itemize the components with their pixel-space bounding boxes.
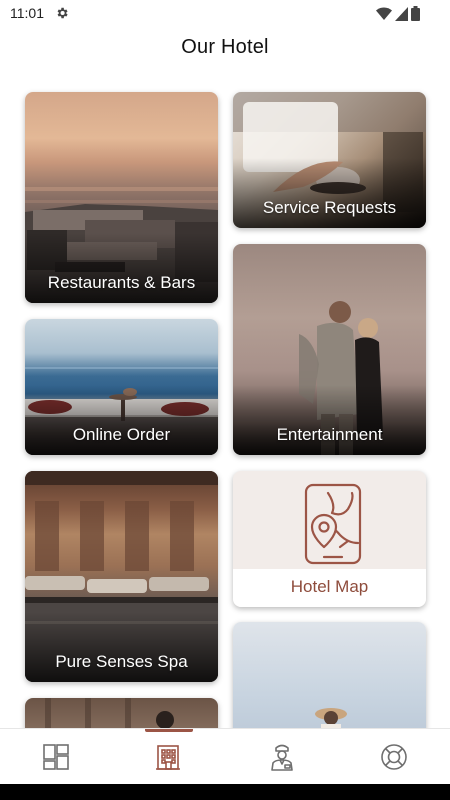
tile-grid: Restaurants & Bars Service Requests Onli…: [0, 0, 450, 728]
nav-tab-help[interactable]: [338, 729, 450, 785]
tile-partial-left[interactable]: [25, 698, 218, 728]
tile-pure-senses-spa[interactable]: Pure Senses Spa: [25, 471, 218, 682]
tile-service-requests[interactable]: Service Requests: [233, 92, 426, 228]
tile-label: Entertainment: [276, 425, 383, 444]
tiles-grid-icon: [43, 744, 69, 770]
tile-restaurants-bars[interactable]: Restaurants & Bars: [25, 92, 218, 303]
nav-tab-overview[interactable]: [0, 729, 112, 785]
tile-partial-right[interactable]: [233, 622, 426, 728]
tile-label: Service Requests: [262, 198, 397, 217]
concierge-icon: [271, 744, 293, 771]
hotel-building-icon: [156, 745, 180, 770]
map-phone-pin-icon: [304, 483, 362, 565]
tile-label: Restaurants & Bars: [47, 273, 196, 292]
tile-label: Online Order: [72, 425, 171, 444]
person-image: [45, 698, 174, 728]
tile-label: Pure Senses Spa: [55, 652, 188, 671]
beach-person-image: [315, 708, 347, 728]
tile-online-order[interactable]: Online Order: [25, 319, 218, 455]
nav-tab-concierge[interactable]: [226, 729, 338, 785]
tile-entertainment[interactable]: Entertainment: [233, 244, 426, 455]
tile-hotel-map[interactable]: Hotel Map: [233, 471, 426, 607]
system-navigation-bar: [0, 784, 450, 800]
bottom-nav: [0, 728, 450, 784]
lifebuoy-icon: [381, 744, 407, 770]
nav-tab-hotel[interactable]: [112, 729, 224, 785]
tile-label: Hotel Map: [290, 577, 369, 596]
